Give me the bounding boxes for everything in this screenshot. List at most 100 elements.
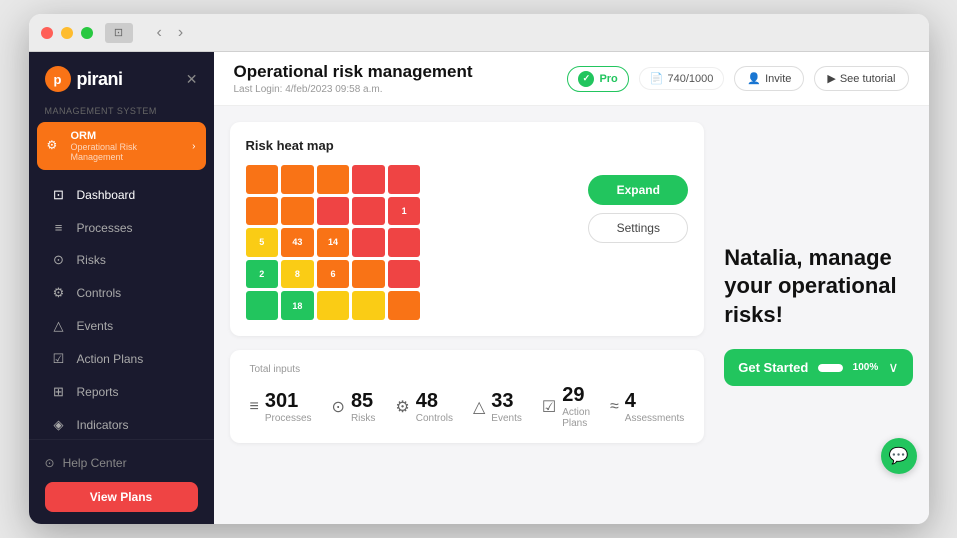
browser-window: ⊡ ‹ › p pirani ✕ Management system ⚙ ORM…	[29, 14, 929, 524]
heat-map-cell[interactable]: 43	[281, 228, 314, 257]
chat-icon: 💬	[889, 446, 909, 466]
settings-button[interactable]: Settings	[588, 213, 688, 243]
sidebar: p pirani ✕ Management system ⚙ ORM Opera…	[29, 52, 214, 524]
heat-map-cell[interactable]: 14	[317, 228, 350, 257]
view-plans-button[interactable]: View Plans	[45, 482, 198, 512]
heat-map-cell[interactable]	[352, 197, 385, 226]
stat-value: 85	[351, 391, 375, 411]
app-container: p pirani ✕ Management system ⚙ ORM Opera…	[29, 52, 929, 524]
nav-back-button[interactable]: ‹	[153, 22, 166, 44]
logo-icon: p	[45, 66, 71, 92]
heat-map-cell[interactable]	[281, 197, 314, 226]
heat-map-cell[interactable]: 2	[246, 260, 279, 289]
topbar: Operational risk management Last Login: …	[214, 52, 929, 106]
heat-map-cell[interactable]	[317, 291, 350, 320]
logo-text: pirani	[77, 69, 123, 90]
stat-item: ☑ 29 Action Plans	[542, 385, 590, 429]
maximize-button[interactable]	[81, 27, 93, 39]
sidebar-item-events[interactable]: △ Events	[35, 310, 208, 342]
stat-icon: ⊙	[332, 397, 345, 417]
heat-map-cell[interactable]: 18	[281, 291, 314, 320]
heat-map-cell[interactable]	[317, 197, 350, 226]
stats-card: Total inputs ≡ 301 Processes ⊙ 85 Risks …	[230, 350, 705, 443]
heat-map-cell[interactable]	[388, 260, 421, 289]
heat-map-cell[interactable]: 6	[317, 260, 350, 289]
minimize-button[interactable]	[61, 27, 73, 39]
heat-map-cell[interactable]	[388, 228, 421, 257]
reports-icon: ⊞	[51, 384, 67, 400]
chevron-down-icon: ∨	[888, 359, 898, 376]
progress-pct: 100%	[853, 362, 879, 373]
heat-map-cell[interactable]: 8	[281, 260, 314, 289]
heat-map-grid: 1 54314 28618	[246, 165, 421, 320]
sidebar-item-label: Events	[77, 319, 114, 333]
stat-item: ⚙ 48 Controls	[395, 391, 453, 424]
orm-item[interactable]: ⚙ ORM Operational Risk Management ›	[37, 122, 206, 170]
get-started-container[interactable]: Get Started 100% ∨	[724, 349, 912, 386]
sidebar-collapse-button[interactable]: ✕	[186, 71, 198, 88]
sidebar-item-indicators[interactable]: ◈ Indicators	[35, 409, 208, 439]
heat-map-cell[interactable]	[352, 260, 385, 289]
browser-nav: ‹ ›	[153, 22, 188, 44]
controls-icon: ⚙	[51, 285, 67, 301]
sidebar-item-action-plans[interactable]: ☑ Action Plans	[35, 343, 208, 375]
chat-bubble[interactable]: 💬	[881, 438, 917, 474]
heat-map-cell[interactable]	[317, 165, 350, 194]
play-icon: ▶	[827, 72, 835, 85]
heat-map-cell[interactable]: 1	[388, 197, 421, 226]
sidebar-item-label: Risks	[77, 253, 106, 267]
heat-map-title: Risk heat map	[246, 138, 689, 153]
heat-map-cell[interactable]	[246, 165, 279, 194]
help-center-item[interactable]: ⊙ Help Center	[45, 452, 198, 474]
progress-bar-fill	[818, 364, 842, 372]
stat-item: ⊙ 85 Risks	[332, 391, 376, 424]
orm-chevron: ›	[192, 141, 195, 152]
heat-map-grid-area: 1 54314 28618	[246, 165, 573, 320]
get-started-label: Get Started	[738, 360, 808, 375]
nav-section: ⊡ Dashboard ≡ Processes ⊙ Risks ⚙ Contro…	[29, 178, 214, 439]
sidebar-logo: p pirani ✕	[29, 52, 214, 102]
indicators-icon: ◈	[51, 417, 67, 433]
heat-map-cell[interactable]	[246, 197, 279, 226]
heat-map-cell[interactable]	[388, 165, 421, 194]
invite-label: Invite	[765, 73, 791, 85]
heat-map-cell[interactable]	[352, 291, 385, 320]
stat-value: 301	[265, 391, 312, 411]
stat-icon: ≈	[610, 398, 619, 416]
orm-texts: ORM Operational Risk Management	[71, 130, 185, 162]
sidebar-item-label: Processes	[77, 221, 133, 235]
sidebar-item-controls[interactable]: ⚙ Controls	[35, 277, 208, 309]
heat-map-cell[interactable]	[246, 291, 279, 320]
welcome-title: Natalia, manage your operational risks!	[724, 244, 912, 330]
stat-item: △ 33 Events	[473, 391, 522, 424]
risks-icon: ⊙	[51, 252, 67, 268]
stat-value: 33	[491, 391, 522, 411]
expand-button[interactable]: Expand	[588, 175, 688, 205]
stat-icon: ☑	[542, 397, 556, 417]
topbar-right: ✓ Pro 📄 740/1000 👤 Invite ▶ See tutorial	[567, 66, 908, 92]
heat-map-cell[interactable]	[388, 291, 421, 320]
heat-map-cell[interactable]	[281, 165, 314, 194]
events-icon: △	[51, 318, 67, 334]
stat-item: ≡ 301 Processes	[250, 391, 312, 424]
help-icon: ⊙	[45, 456, 55, 470]
sidebar-item-label: Indicators	[77, 418, 129, 432]
sidebar-item-processes[interactable]: ≡ Processes	[35, 212, 208, 243]
stat-value: 48	[416, 391, 453, 411]
sidebar-item-risks[interactable]: ⊙ Risks	[35, 244, 208, 276]
tutorial-button[interactable]: ▶ See tutorial	[814, 66, 908, 91]
sidebar-item-reports[interactable]: ⊞ Reports	[35, 376, 208, 408]
close-button[interactable]	[41, 27, 53, 39]
invite-button[interactable]: 👤 Invite	[734, 66, 804, 91]
stat-label: Assessments	[625, 413, 684, 424]
heat-map-cell[interactable]: 5	[246, 228, 279, 257]
stat-label: Controls	[416, 413, 453, 424]
heat-map-cell[interactable]	[352, 165, 385, 194]
sidebar-item-dashboard[interactable]: ⊡ Dashboard	[35, 179, 208, 211]
window-icon: ⊡	[105, 23, 133, 43]
heat-map-cell[interactable]	[352, 228, 385, 257]
nav-forward-button[interactable]: ›	[174, 22, 187, 44]
mgmt-label: Management system	[29, 102, 214, 122]
stat-label: Action Plans	[562, 407, 590, 429]
stat-icon: △	[473, 397, 485, 417]
